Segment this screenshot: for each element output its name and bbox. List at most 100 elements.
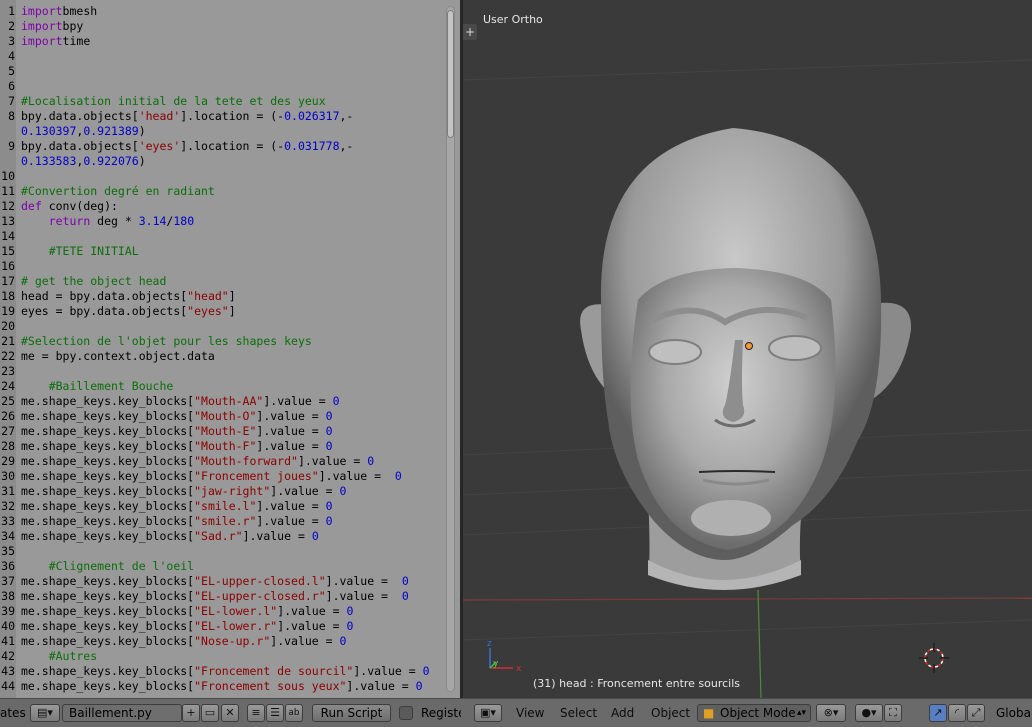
word-wrap-toggle-icon[interactable]: ☰ <box>266 704 284 722</box>
code-line[interactable]: 32 me.shape_keys.key_blocks["smile.l"].va… <box>0 499 444 514</box>
code-line[interactable]: 33 me.shape_keys.key_blocks["smile.r"].va… <box>0 514 444 529</box>
3d-viewport[interactable]: x y z + User Ortho (31) head : Froncemen… <box>463 0 1032 698</box>
code-area[interactable]: 1 importbmesh 2 importbpy 3 importtime 4 5 6 7 #Lo… <box>0 4 444 694</box>
code-line[interactable]: 43 me.shape_keys.key_blocks["Froncement d… <box>0 664 444 679</box>
code-line[interactable]: 0.130397,0.921389) <box>0 124 444 139</box>
code-line[interactable]: 35 <box>0 544 444 559</box>
code-token: 0 <box>325 409 333 423</box>
register-checkbox[interactable] <box>399 706 413 720</box>
code-line[interactable]: 1 importbmesh <box>0 4 444 19</box>
transform-orientation-select[interactable]: Global <box>996 699 1032 727</box>
manipulator-toggle-icon[interactable]: ⛶ <box>884 704 902 722</box>
line-number: 38 <box>1 589 15 603</box>
line-number: 21 <box>1 334 15 348</box>
code-token: me = bpy.context.object.data <box>21 349 215 363</box>
code-token: me.shape_keys.key_blocks[ <box>21 499 195 513</box>
code-token: #Autres <box>21 649 98 663</box>
code-line[interactable]: 34 me.shape_keys.key_blocks["Sad.r"].valu… <box>0 529 444 544</box>
code-line[interactable]: 7 #Localisation initial de la tete et des… <box>0 94 444 109</box>
code-token: "EL-lower.l" <box>194 604 278 618</box>
code-line[interactable]: 2 importbpy <box>0 19 444 34</box>
code-line[interactable]: 0.133583,0.922076) <box>0 154 444 169</box>
code-token: 180 <box>173 214 195 228</box>
code-line[interactable]: 3 importtime <box>0 34 444 49</box>
code-line[interactable]: 23 <box>0 364 444 379</box>
code-line[interactable]: 17 # get the object head <box>0 274 444 289</box>
line-number: 22 <box>1 349 15 363</box>
line-number: 5 <box>8 64 15 78</box>
mode-selector[interactable]: ■ Object Mode ▴▾ <box>697 704 811 722</box>
viewport-scene[interactable]: x y z <box>463 0 1032 698</box>
code-line[interactable]: 39 me.shape_keys.key_blocks["EL-lower.l"]… <box>0 604 444 619</box>
code-line[interactable]: 28 me.shape_keys.key_blocks["Mouth-F"].va… <box>0 439 444 454</box>
open-text-icon[interactable]: ▭ <box>201 704 219 722</box>
line-number: 7 <box>8 94 15 108</box>
code-token: "EL-upper-closed.r" <box>194 589 326 603</box>
translate-manipulator-icon[interactable]: ↗ <box>929 704 947 722</box>
code-line[interactable]: 26 me.shape_keys.key_blocks["Mouth-O"].va… <box>0 409 444 424</box>
line-number: 8 <box>8 109 15 123</box>
code-line[interactable]: 16 <box>0 259 444 274</box>
code-line[interactable]: 5 <box>0 64 444 79</box>
code-line[interactable]: 40 me.shape_keys.key_blocks["EL-lower.r"]… <box>0 619 444 634</box>
code-line[interactable]: 36 #Clignement de l'oeil <box>0 559 444 574</box>
code-line[interactable]: 10 <box>0 169 444 184</box>
menu-view[interactable]: View <box>516 699 544 727</box>
code-line[interactable]: 15 #TETE INITIAL <box>0 244 444 259</box>
code-line[interactable]: 8 bpy.data.objects['head'].location = (-0… <box>0 109 444 124</box>
code-token: 0 <box>346 604 354 618</box>
code-line[interactable]: 24 #Baillement Bouche <box>0 379 444 394</box>
pivot-point-icon[interactable]: ⊗▾ <box>816 704 846 722</box>
code-line[interactable]: 18 head = bpy.data.objects["head"] <box>0 289 444 304</box>
code-line[interactable]: 4 <box>0 49 444 64</box>
line-number: 32 <box>1 499 15 513</box>
viewport-shading-icon[interactable]: ●▾ <box>855 704 883 722</box>
code-line[interactable]: 44 me.shape_keys.key_blocks["Froncement s… <box>0 679 444 694</box>
code-line[interactable]: 38 me.shape_keys.key_blocks["EL-upper-clo… <box>0 589 444 604</box>
line-numbers-toggle-icon[interactable]: ≡ <box>247 704 265 722</box>
code-line[interactable]: 27 me.shape_keys.key_blocks["Mouth-E"].va… <box>0 424 444 439</box>
code-line[interactable]: 6 <box>0 79 444 94</box>
code-line[interactable]: 31 me.shape_keys.key_blocks["jaw-right"].… <box>0 484 444 499</box>
menu-select[interactable]: Select <box>560 699 597 727</box>
toolshelf-toggle[interactable]: + <box>463 24 477 40</box>
y-axis-line <box>757 589 762 698</box>
code-line[interactable]: 12 def conv(deg): <box>0 199 444 214</box>
line-text: me.shape_keys.key_blocks["Sad.r"].value … <box>21 529 319 544</box>
code-token: me.shape_keys.key_blocks[ <box>21 604 195 618</box>
text-filename-field[interactable]: Baillement.py <box>62 704 182 722</box>
text-datablock-icon[interactable]: ▤▾ <box>30 704 60 722</box>
code-line[interactable]: 19 eyes = bpy.data.objects["eyes"] <box>0 304 444 319</box>
rotate-manipulator-icon[interactable]: ◜ <box>948 704 966 722</box>
code-line[interactable]: 25 me.shape_keys.key_blocks["Mouth-AA"].v… <box>0 394 444 409</box>
code-line[interactable]: 41 me.shape_keys.key_blocks["Nose-up.r"].… <box>0 634 444 649</box>
scale-manipulator-icon[interactable]: ⤢ <box>967 704 985 722</box>
code-line[interactable]: 20 <box>0 319 444 334</box>
code-line[interactable]: 22 me = bpy.context.object.data <box>0 349 444 364</box>
code-line[interactable]: 21 #Selection de l'objet pour les shapes … <box>0 334 444 349</box>
code-token: eyes = bpy.data.objects[ <box>21 304 188 318</box>
editor-scrollbar-thumb[interactable] <box>447 10 454 138</box>
code-line[interactable]: 37 me.shape_keys.key_blocks["EL-upper-clo… <box>0 574 444 589</box>
line-number: 42 <box>1 649 15 663</box>
editor-type-icon[interactable]: ▣▾ <box>474 704 502 722</box>
code-line[interactable]: 11 #Convertion degré en radiant <box>0 184 444 199</box>
close-text-icon[interactable]: ✕ <box>221 704 239 722</box>
gizmo-z-label: z <box>487 639 492 649</box>
syntax-highlight-toggle-icon[interactable]: ab <box>285 704 303 722</box>
code-line[interactable]: 9 bpy.data.objects['eyes'].location = (-0… <box>0 139 444 154</box>
line-number: 10 <box>1 169 15 183</box>
code-line[interactable]: 42 #Autres <box>0 649 444 664</box>
run-script-button[interactable]: Run Script <box>312 704 391 722</box>
code-token: me.shape_keys.key_blocks[ <box>21 454 195 468</box>
text-editor[interactable]: 1 importbmesh 2 importbpy 3 importtime 4 5 6 7 #Lo… <box>0 0 460 698</box>
code-token: me.shape_keys.key_blocks[ <box>21 394 195 408</box>
code-line[interactable]: 30 me.shape_keys.key_blocks["Froncement j… <box>0 469 444 484</box>
code-line[interactable]: 29 me.shape_keys.key_blocks["Mouth-forwar… <box>0 454 444 469</box>
menu-add[interactable]: Add <box>611 699 634 727</box>
code-line[interactable]: 14 <box>0 229 444 244</box>
line-number: 27 <box>1 424 15 438</box>
code-line[interactable]: 13 return deg * 3.14/180 <box>0 214 444 229</box>
menu-object[interactable]: Object <box>651 699 690 727</box>
new-text-icon[interactable]: + <box>182 704 200 722</box>
